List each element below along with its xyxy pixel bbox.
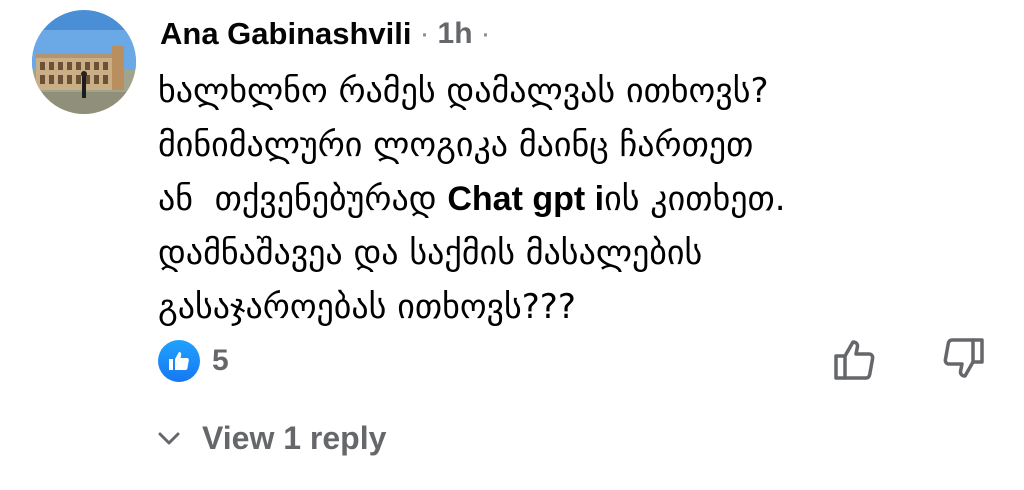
separator-dot: · bbox=[480, 17, 491, 50]
downvote-button[interactable] bbox=[938, 336, 988, 382]
reaction-summary[interactable]: 5 bbox=[158, 340, 229, 382]
thumbs-down-outline-icon bbox=[943, 338, 984, 378]
comment-body: ხალხლნო რამეს დამალვას ითხოვს? მინიმალურ… bbox=[158, 64, 1008, 334]
comment-line: გასაჯაროებას ითხოვს??? bbox=[158, 287, 576, 327]
reaction-count: 5 bbox=[212, 344, 229, 377]
thumbs-up-outline-icon bbox=[834, 340, 875, 380]
timestamp[interactable]: 1h bbox=[438, 17, 473, 51]
avatar[interactable] bbox=[32, 10, 136, 114]
upvote-button[interactable] bbox=[830, 336, 880, 382]
separator-dot: · bbox=[419, 17, 430, 50]
comment-header: Ana Gabinashvili · 1h · bbox=[160, 14, 499, 54]
comment-line-latin: Chat gpt i bbox=[447, 180, 605, 218]
view-replies-label: View 1 reply bbox=[202, 420, 387, 456]
comment-line: ხალხლნო რამეს დამალვას ითხოვს? bbox=[158, 71, 769, 111]
avatar-photo bbox=[32, 10, 136, 114]
comment-line: მინიმალური ლოგიკა მაინც ჩართეთ bbox=[158, 125, 754, 165]
comment-line: დამნაშავეა და საქმის მასალების bbox=[158, 233, 703, 273]
thumbs-up-icon bbox=[158, 340, 200, 382]
comment-line-part: ან თქვენებურად bbox=[158, 179, 448, 219]
view-replies-button[interactable]: View 1 reply bbox=[158, 420, 386, 457]
comment-line-part: ის კითხეთ. bbox=[604, 179, 786, 219]
author-name[interactable]: Ana Gabinashvili bbox=[160, 16, 412, 52]
chevron-down-icon bbox=[158, 432, 180, 444]
comment-line: ან თქვენებურად Chat gpt iის კითხეთ. bbox=[158, 172, 1008, 226]
